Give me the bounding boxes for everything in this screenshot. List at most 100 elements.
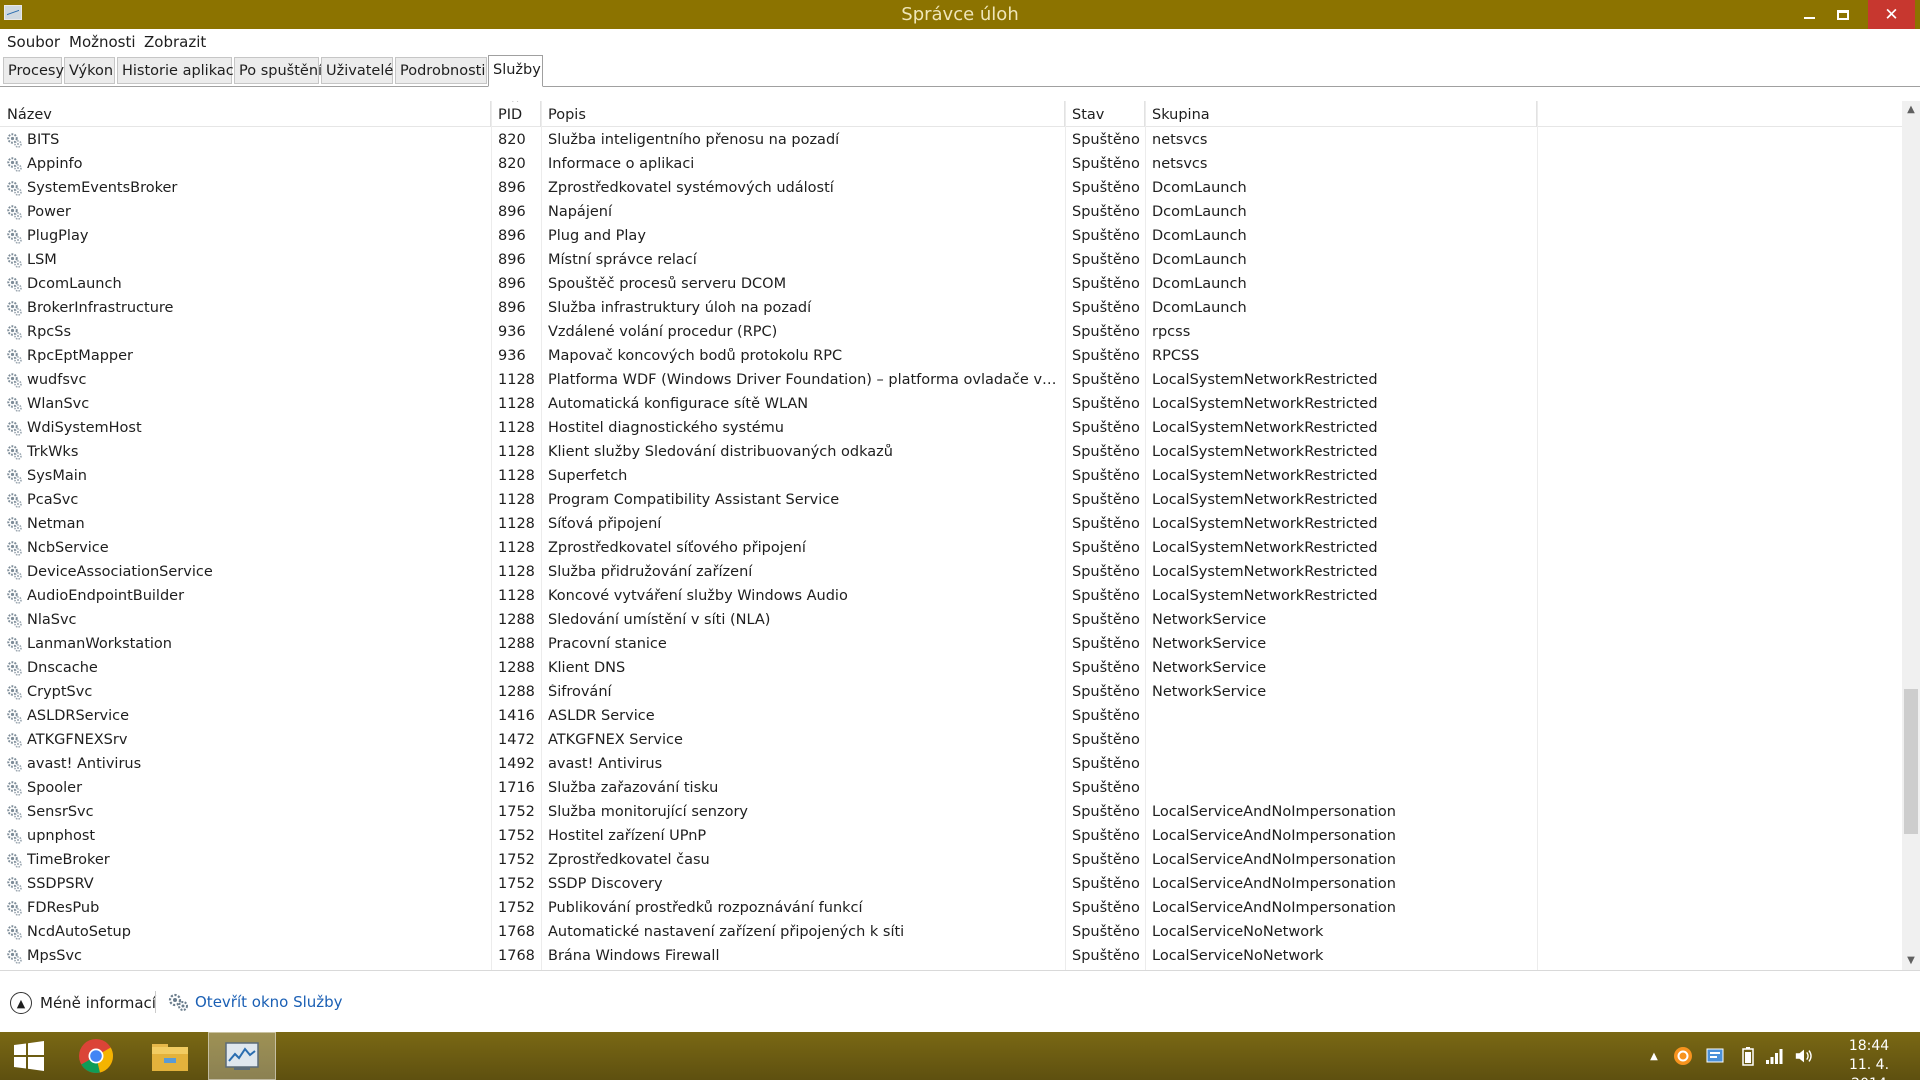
open-services-link[interactable]: Otevřít okno Služby — [167, 992, 343, 1012]
service-state: Spuštěno — [1072, 156, 1140, 172]
minimize-button[interactable] — [1792, 0, 1826, 29]
start-button[interactable] — [0, 1032, 58, 1080]
menu-file[interactable]: Soubor — [7, 33, 60, 51]
tab-processes[interactable]: Procesy — [3, 57, 64, 84]
wifi-tray-icon[interactable] — [1764, 1046, 1784, 1066]
service-name: WlanSvc — [27, 396, 90, 412]
taskbar: ▲ 18:44 11. 4. 2014 — [0, 1032, 1920, 1080]
table-row[interactable]: SystemEventsBroker 896 Zprostředkovatel sy… — [0, 176, 1902, 200]
maximize-button[interactable] — [1826, 0, 1860, 29]
column-header-description[interactable]: Popis — [541, 101, 1065, 127]
battery-tray-icon[interactable] — [1738, 1046, 1758, 1066]
table-row[interactable]: BrokerInfrastructure 896 Služba infrastruk… — [0, 296, 1902, 320]
taskbar-clock[interactable]: 18:44 11. 4. 2014 — [1830, 1037, 1908, 1080]
table-row[interactable]: Spooler 1716 Služba zařazování tisku Spuště… — [0, 776, 1902, 800]
table-row[interactable]: AudioEndpointBuilder 1128 Koncové vytvářen… — [0, 584, 1902, 608]
task-manager-taskbar-button[interactable] — [208, 1032, 276, 1080]
service-group: netsvcs — [1152, 132, 1208, 148]
service-gear-icon — [7, 541, 22, 556]
table-row[interactable]: CryptSvc 1288 Šifrování Spuštěno NetworkServ… — [0, 680, 1902, 704]
table-row[interactable]: wudfsvc 1128 Platforma WDF (Windows Driver… — [0, 368, 1902, 392]
table-row[interactable]: SysMain 1128 Superfetch Spuštěno LocalSystem… — [0, 464, 1902, 488]
service-state: Spuštěno — [1072, 564, 1140, 580]
fewer-details-button[interactable]: ▲ Méně informací — [10, 992, 156, 1014]
service-pid: 1752 — [498, 828, 535, 844]
vertical-scrollbar[interactable]: ▲ ▼ — [1902, 101, 1920, 970]
table-row[interactable]: RpcEptMapper 936 Mapovač koncových bodů pr… — [0, 344, 1902, 368]
service-description: Služba přidružování zařízení — [548, 564, 753, 580]
table-row[interactable]: WlanSvc 1128 Automatická konfigurace sítě … — [0, 392, 1902, 416]
table-row[interactable]: Appinfo 820 Informace o aplikaci Spuštěno ne… — [0, 152, 1902, 176]
service-state: Spuštěno — [1072, 132, 1140, 148]
service-name: CryptSvc — [27, 684, 93, 700]
service-name: Appinfo — [27, 156, 83, 172]
service-pid: 1288 — [498, 612, 535, 628]
file-explorer-taskbar-button[interactable] — [136, 1032, 204, 1080]
table-row[interactable]: DcomLaunch 896 Spouštěč procesů serveru DC… — [0, 272, 1902, 296]
service-state: Spuštěno — [1072, 828, 1140, 844]
tab-performance[interactable]: Výkon — [64, 57, 115, 84]
avast-tray-icon[interactable] — [1673, 1046, 1693, 1066]
table-row[interactable]: PlugPlay 896 Plug and Play Spuštěno DcomLaun… — [0, 224, 1902, 248]
service-description: Informace o aplikaci — [548, 156, 695, 172]
table-row[interactable]: avast! Antivirus 1492 avast! Antivirus Spuš… — [0, 752, 1902, 776]
service-state: Spuštěno — [1072, 396, 1140, 412]
table-row[interactable]: ASLDRService 1416 ASLDR Service Spuštěno — [0, 704, 1902, 728]
table-row[interactable]: BITS 820 Služba inteligentního přenosu na … — [0, 128, 1902, 152]
table-row[interactable]: SSDPSRV 1752 SSDP Discovery Spuštěno LocalSe… — [0, 872, 1902, 896]
service-pid: 896 — [498, 204, 526, 220]
table-row[interactable]: NlaSvc 1288 Sledování umístění v síti (NLA… — [0, 608, 1902, 632]
close-button[interactable]: ✕ — [1868, 0, 1915, 29]
table-row[interactable]: PcaSvc 1128 Program Compatibility Assistan… — [0, 488, 1902, 512]
table-row[interactable]: WdiSystemHost 1128 Hostitel diagnostického… — [0, 416, 1902, 440]
service-gear-icon — [7, 589, 22, 604]
service-gear-icon — [7, 253, 22, 268]
column-header-group[interactable]: Skupina — [1145, 101, 1537, 127]
service-group: rpcss — [1152, 324, 1191, 340]
table-row[interactable]: MpsSvc 1768 Brána Windows Firewall Spuštěno… — [0, 944, 1902, 968]
column-header-state[interactable]: Stav — [1065, 101, 1145, 127]
menu-view[interactable]: Zobrazit — [144, 33, 206, 51]
table-row[interactable]: TrkWks 1128 Klient služby Sledování distri… — [0, 440, 1902, 464]
table-row[interactable]: Power 896 Napájení Spuštěno DcomLaunch — [0, 200, 1902, 224]
service-state: Spuštěno — [1072, 636, 1140, 652]
table-row[interactable]: FDResPub 1752 Publikování prostředků rozpo… — [0, 896, 1902, 920]
service-state: Spuštěno — [1072, 660, 1140, 676]
column-header-name[interactable]: Název — [0, 101, 491, 127]
service-name: avast! Antivirus — [27, 756, 142, 772]
maximize-icon — [1837, 9, 1849, 20]
table-row[interactable]: DeviceAssociationService 1128 Služba přidr… — [0, 560, 1902, 584]
tab-details[interactable]: Podrobnosti — [395, 57, 487, 84]
tab-app-history[interactable]: Historie aplikací — [117, 57, 238, 84]
action-center-tray-icon[interactable] — [1705, 1046, 1725, 1066]
tab-services[interactable]: Služby — [488, 55, 543, 87]
table-row[interactable]: NcdAutoSetup 1768 Automatické nastavení za… — [0, 920, 1902, 944]
chrome-taskbar-button[interactable] — [62, 1032, 130, 1080]
volume-tray-icon[interactable] — [1794, 1046, 1814, 1066]
table-row[interactable]: Netman 1128 Síťová připojení Spuštěno LocalS… — [0, 512, 1902, 536]
table-row[interactable]: ATKGFNEXSrv 1472 ATKGFNEX Service Spuštěno — [0, 728, 1902, 752]
table-row[interactable]: upnphost 1752 Hostitel zařízení UPnP Spuště… — [0, 824, 1902, 848]
table-row[interactable]: TimeBroker 1752 Zprostředkovatel času Spušt… — [0, 848, 1902, 872]
scroll-up-icon[interactable]: ▲ — [1902, 101, 1920, 119]
table-row[interactable]: LSM 896 Místní správce relací Spuštěno DcomL… — [0, 248, 1902, 272]
table-row[interactable]: RpcSs 936 Vzdálené volání procedur (RPC) Sp… — [0, 320, 1902, 344]
service-gear-icon — [7, 445, 22, 460]
table-row[interactable]: SensrSvc 1752 Služba monitorující senzory S… — [0, 800, 1902, 824]
tab-startup[interactable]: Po spuštění — [234, 57, 322, 84]
scrollbar-thumb[interactable] — [1904, 689, 1918, 834]
service-description: Platforma WDF (Windows Driver Foundation… — [548, 372, 1058, 388]
menu-options[interactable]: Možnosti — [69, 33, 136, 51]
table-row[interactable]: Dnscache 1288 Klient DNS Spuštěno NetworkSer… — [0, 656, 1902, 680]
table-row[interactable]: LanmanWorkstation 1288 Pracovní stanice Spu… — [0, 632, 1902, 656]
service-gear-icon — [7, 277, 22, 292]
service-state: Spuštěno — [1072, 372, 1140, 388]
service-gear-icon — [7, 373, 22, 388]
scroll-down-icon[interactable]: ▼ — [1902, 952, 1920, 970]
table-row[interactable]: NcbService 1128 Zprostředkovatel síťového … — [0, 536, 1902, 560]
service-gear-icon — [7, 157, 22, 172]
tab-users[interactable]: Uživatelé — [321, 57, 393, 84]
show-hidden-icons-chevron-icon[interactable]: ▲ — [1644, 1046, 1664, 1066]
windows-logo-icon — [14, 1041, 44, 1071]
service-gear-icon — [7, 493, 22, 508]
